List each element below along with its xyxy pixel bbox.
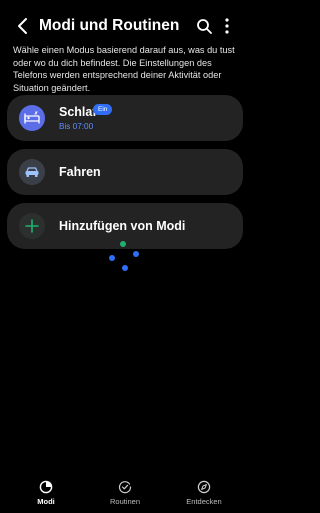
more-options-button[interactable] [220,14,234,38]
spinner-dot [122,265,128,271]
mode-card-fahren[interactable]: Fahren [7,149,243,195]
spinner-dot [120,241,126,247]
mode-icon-circle [19,159,45,185]
mode-label: Schlaf [59,105,97,119]
search-button[interactable] [193,14,215,38]
tab-entdecken[interactable]: Entdecken [174,478,234,513]
mode-icon-circle [19,213,45,239]
spinner-dot [133,251,139,257]
tab-label: Routinen [109,497,141,506]
plus-icon [25,219,39,233]
more-vertical-icon [225,18,229,34]
bed-icon [24,111,40,124]
tab-modi[interactable]: Modi [16,478,76,513]
mode-label: Fahren [59,165,101,179]
modes-icon [39,480,53,494]
mode-icon-circle [19,105,45,131]
back-button[interactable] [12,14,34,38]
mode-subtitle: Bis 07:00 [59,122,94,131]
page-title: Modi und Routinen [39,17,180,34]
tab-routinen[interactable]: Routinen [95,478,155,513]
compass-icon [197,480,211,494]
tab-label: Entdecken [186,497,222,506]
car-icon [25,167,39,177]
app-bar: Modi und Routinen [0,12,250,40]
mode-label: Hinzufügen von Modi [59,219,186,233]
routines-icon [118,481,132,494]
status-badge: Ein [93,104,113,115]
spinner-dot [109,255,115,261]
mode-card-schlaf[interactable]: Schlaf Ein Bis 07:00 [7,95,243,141]
page-description: Wähle einen Modus basierend darauf aus, … [13,45,235,93]
search-icon [197,19,212,34]
tab-label: Modi [37,497,55,506]
back-arrow-icon [18,18,27,34]
bottom-navigation: Modi Routinen Entdecken [0,478,250,513]
